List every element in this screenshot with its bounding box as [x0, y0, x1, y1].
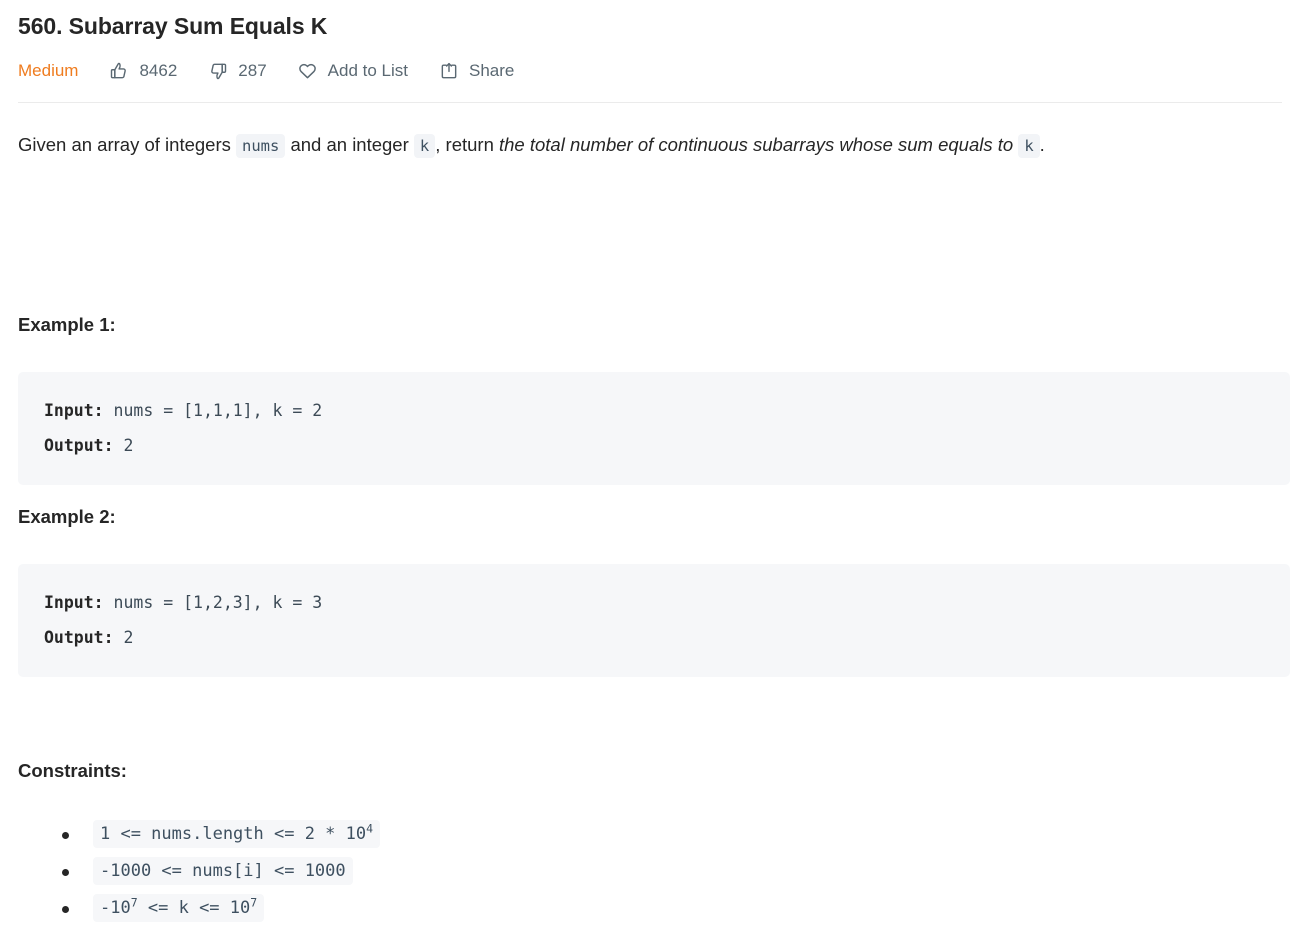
example-1-input-label: Input: [44, 401, 104, 420]
heart-icon [297, 60, 319, 82]
thumbs-down-icon [207, 60, 229, 82]
add-to-list-button[interactable]: Add to List [297, 60, 408, 82]
share-icon [438, 60, 460, 82]
like-count: 8462 [139, 61, 177, 81]
constraint-1-sup: 4 [366, 821, 373, 835]
statement-period: . [1040, 134, 1045, 155]
example-2-output-label: Output: [44, 628, 114, 647]
constraint-3-prefix: -10 [100, 898, 131, 918]
constraint-1-prefix: 1 <= nums.length <= 2 * 10 [100, 824, 366, 844]
header-divider [18, 102, 1282, 103]
constraint-2-prefix: -1000 <= nums[i] <= 1000 [100, 861, 346, 881]
add-to-list-label: Add to List [328, 61, 408, 81]
example-2-heading: Example 2: [18, 506, 116, 528]
statement-mid: and an integer [290, 134, 408, 155]
example-1-input-value: nums = [1,1,1], k = 2 [104, 401, 323, 420]
constraint-code-2: -1000 <= nums[i] <= 1000 [93, 857, 353, 885]
inline-code-k: k [414, 134, 435, 158]
inline-code-nums: nums [236, 134, 285, 158]
constraints-heading: Constraints: [18, 760, 127, 782]
like-button[interactable]: 8462 [108, 60, 177, 82]
dislike-button[interactable]: 287 [207, 60, 266, 82]
problem-meta-row: Medium 8462 287 [18, 58, 1272, 84]
list-item: -107 <= k <= 107 [18, 890, 1282, 927]
constraint-3-sup2: 7 [250, 895, 257, 909]
example-1-output-label: Output: [44, 436, 114, 455]
constraint-code-3: -107 <= k <= 107 [93, 894, 264, 922]
constraints-list: 1 <= nums.length <= 2 * 104 -1000 <= num… [18, 816, 1282, 927]
example-1-heading: Example 1: [18, 314, 116, 336]
problem-description-pane: 560. Subarray Sum Equals K Medium 8462 2… [0, 0, 1290, 926]
dislike-count: 287 [238, 61, 266, 81]
inline-code-k2: k [1018, 134, 1039, 158]
statement-after-k: , return [435, 134, 494, 155]
example-2-input-value: nums = [1,2,3], k = 3 [104, 593, 323, 612]
statement-lead: Given an array of integers [18, 134, 231, 155]
difficulty-badge[interactable]: Medium [18, 61, 78, 81]
constraint-3-suffix: <= k <= 10 [138, 898, 251, 918]
constraint-code-1: 1 <= nums.length <= 2 * 104 [93, 820, 380, 848]
list-item: -1000 <= nums[i] <= 1000 [18, 853, 1282, 890]
problem-statement: Given an array of integers nums and an i… [18, 130, 1272, 160]
example-2-input-label: Input: [44, 593, 104, 612]
page-title: 560. Subarray Sum Equals K [18, 0, 1272, 42]
example-2-output-value: 2 [114, 628, 134, 647]
example-1-output-value: 2 [114, 436, 134, 455]
constraint-3-sup: 7 [131, 895, 138, 909]
example-2-code-block: Input: nums = [1,2,3], k = 3 Output: 2 [18, 564, 1290, 677]
example-1-code-block: Input: nums = [1,1,1], k = 2 Output: 2 [18, 372, 1290, 485]
list-item: 1 <= nums.length <= 2 * 104 [18, 816, 1282, 853]
share-label: Share [469, 61, 514, 81]
thumbs-up-icon [108, 60, 130, 82]
statement-italic: the total number of continuous subarrays… [499, 134, 1013, 155]
share-button[interactable]: Share [438, 60, 514, 82]
